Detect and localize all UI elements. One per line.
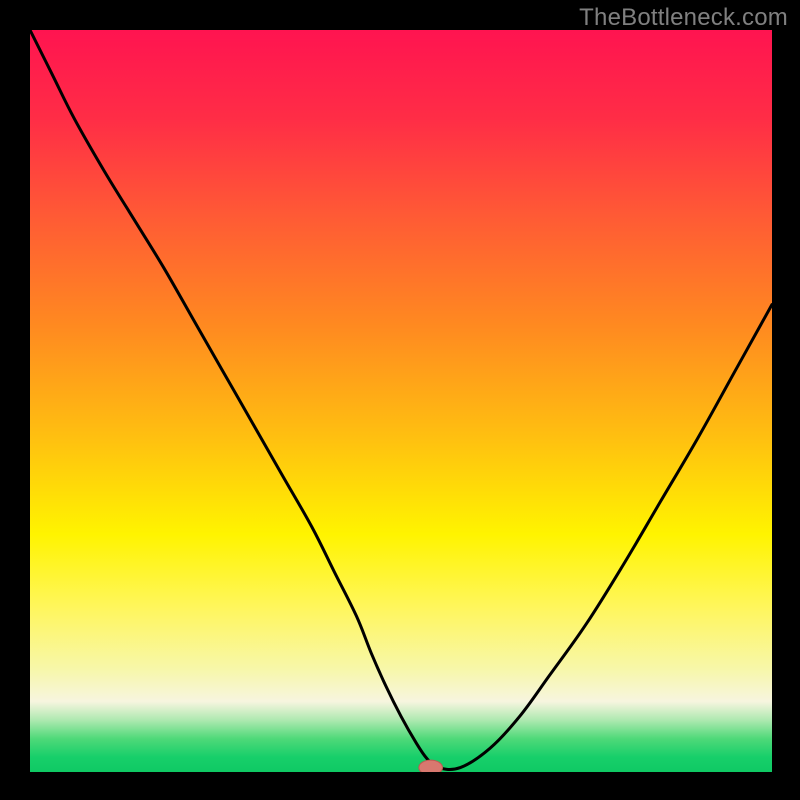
gradient-background xyxy=(30,30,772,772)
chart-frame: { "watermark": "TheBottleneck.com", "col… xyxy=(0,0,800,800)
watermark-text: TheBottleneck.com xyxy=(579,4,788,32)
bottleneck-chart xyxy=(0,0,800,800)
